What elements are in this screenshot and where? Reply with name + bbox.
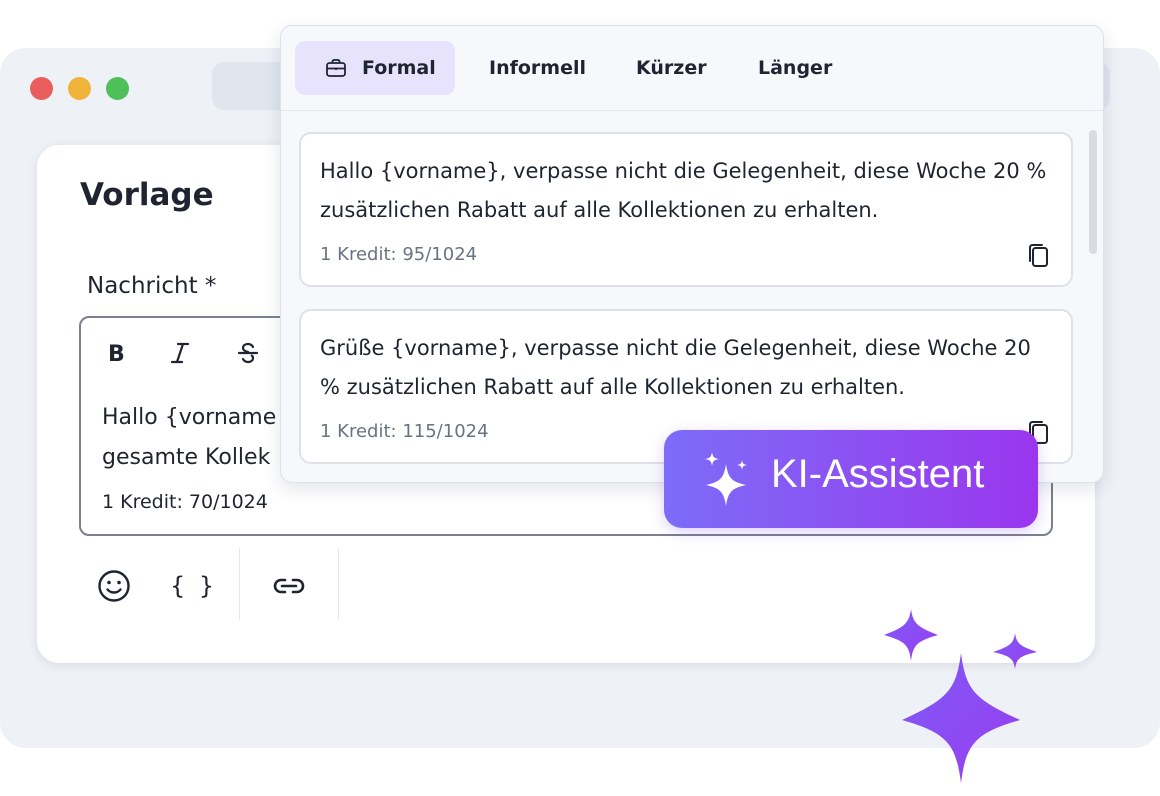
message-field-label: Nachricht * [87, 273, 217, 299]
maximize-window-dot[interactable] [106, 77, 129, 100]
sparkle-small-icon [884, 609, 938, 661]
bold-icon: B [108, 342, 125, 365]
character-counter: 1 Kredit: 70/1024 [102, 491, 268, 513]
link-icon [273, 578, 305, 594]
suggestion-credit: 1 Kredit: 95/1024 [320, 244, 478, 265]
ai-assistant-button[interactable]: KI-Assistent [664, 430, 1038, 528]
italic-icon [170, 342, 190, 364]
tab-laenger[interactable]: Länger [758, 41, 832, 95]
minimize-window-dot[interactable] [68, 77, 91, 100]
strikethrough-icon [237, 342, 259, 364]
ai-assistant-label: KI-Assistent [771, 452, 985, 496]
sparkle-small-icon [993, 633, 1037, 669]
scrollbar-thumb[interactable] [1089, 130, 1097, 254]
variable-button[interactable]: { } [170, 564, 214, 608]
page-title: Vorlage [80, 177, 214, 213]
briefcase-icon [326, 59, 346, 77]
suggestion-text: Hallo {vorname}, verpasse nicht die Gele… [320, 159, 1047, 222]
strikethrough-button[interactable] [231, 336, 265, 370]
emoji-button[interactable] [92, 564, 136, 608]
bold-button[interactable]: B [99, 336, 133, 370]
close-window-dot[interactable] [30, 77, 53, 100]
italic-button[interactable] [163, 336, 197, 370]
sparkle-icon [705, 452, 747, 506]
toolbar-divider [239, 548, 240, 620]
tab-formal[interactable]: Formal [295, 41, 455, 95]
copy-icon[interactable] [1027, 243, 1051, 269]
suggestion-card[interactable]: Hallo {vorname}, verpasse nicht die Gele… [299, 132, 1073, 287]
tab-label: Formal [362, 57, 436, 79]
editor-text-line: Hallo {vorname [102, 405, 277, 430]
toolbar-divider [338, 548, 339, 620]
tab-kuerzer[interactable]: Kürzer [636, 41, 707, 95]
editor-text: Hallo {vorname gesamte Kollek [102, 398, 292, 478]
suggestion-credit: 1 Kredit: 115/1024 [320, 421, 489, 442]
emoji-icon [98, 570, 130, 602]
tab-label: Informell [489, 57, 586, 79]
tab-informell[interactable]: Informell [489, 41, 586, 95]
link-button[interactable] [267, 564, 311, 608]
tab-label: Länger [758, 57, 833, 79]
suggestion-text: Grüße {vorname}, verpasse nicht die Gele… [320, 336, 1031, 399]
tone-tabs: Formal Informell Kürzer Länger [281, 26, 1103, 111]
decorative-sparkles [884, 609, 1037, 783]
tab-label: Kürzer [636, 57, 707, 79]
braces-icon: { } [170, 572, 214, 600]
ai-suggestions-popup: Formal Informell Kürzer Länger Hallo {vo… [280, 25, 1104, 483]
editor-text-line: gesamte Kollek [102, 445, 271, 470]
sparkle-large-icon [902, 653, 1020, 783]
svg-text:B: B [108, 342, 125, 365]
